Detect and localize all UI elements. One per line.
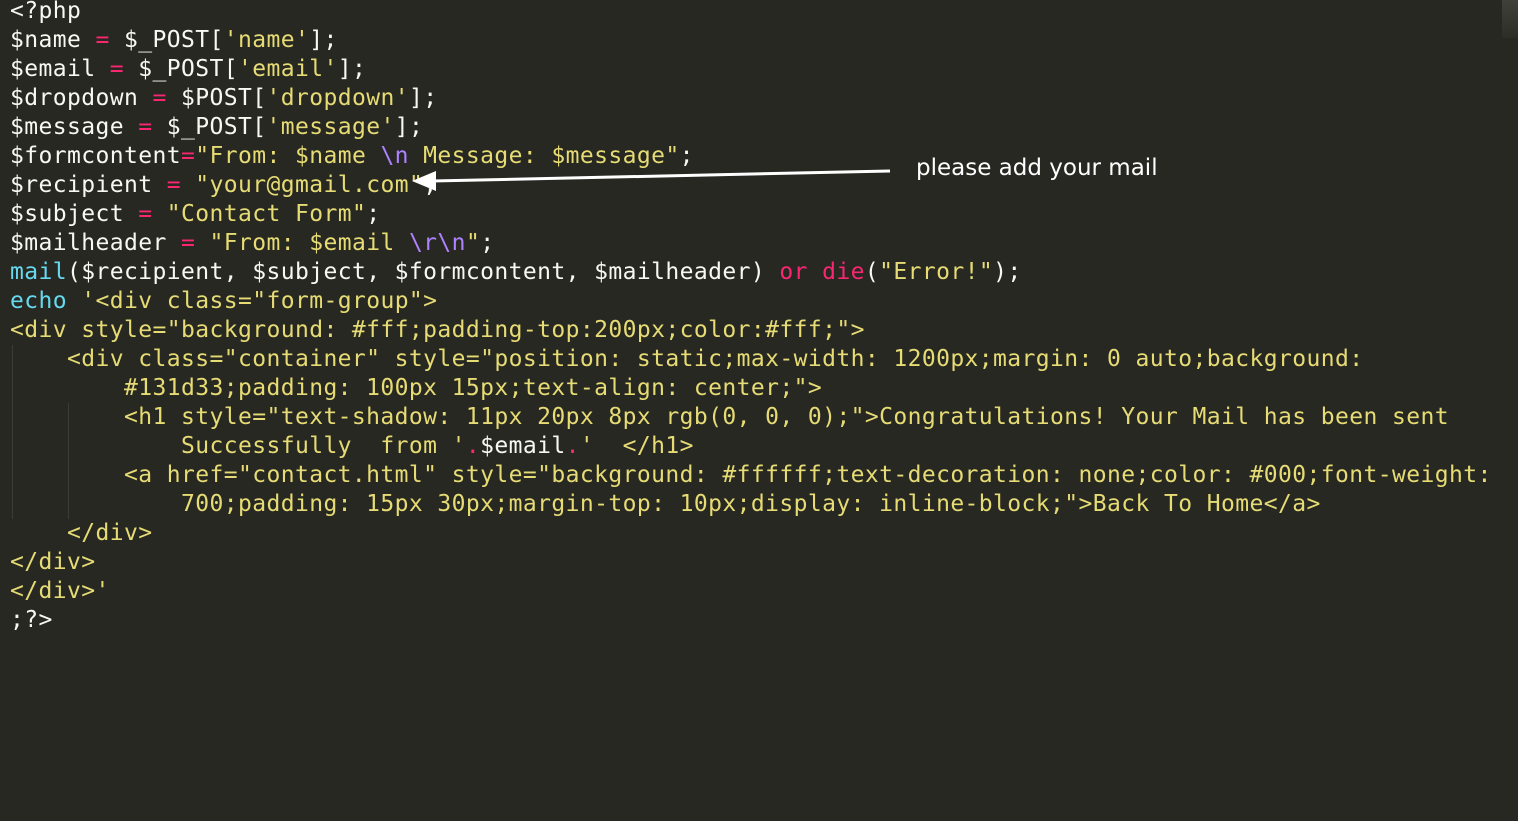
- code-token: .: [465, 433, 481, 459]
- code-token: $name: [10, 27, 96, 53]
- code-token: ": [465, 230, 481, 256]
- annotation-label: please add your mail: [916, 155, 1158, 181]
- code-token: "your@gmail.com": [195, 172, 424, 198]
- code-token: $email: [10, 56, 110, 82]
- code-token: "Contact Form": [166, 201, 367, 227]
- code-line[interactable]: <div style="background: #fff;padding-top…: [10, 316, 1492, 345]
- code-token: "From: $name: [195, 143, 381, 169]
- code-token: ];: [337, 56, 367, 82]
- code-content[interactable]: <?php $name = $_POST['name']; $email = $_P…: [10, 0, 1492, 635]
- code-line[interactable]: $recipient = "your@gmail.com";: [10, 171, 1492, 200]
- code-token: </div>: [10, 520, 153, 546]
- code-token: $mailheader: [10, 230, 181, 256]
- code-token: $email: [480, 433, 566, 459]
- code-token: die: [822, 259, 865, 285]
- code-line[interactable]: $message = $_POST['message'];: [10, 113, 1492, 142]
- code-token: ;: [679, 143, 694, 169]
- code-token: ' </h1>: [579, 433, 694, 459]
- code-token: $_POST[: [123, 56, 238, 82]
- code-line[interactable]: </div>: [10, 519, 1492, 548]
- code-token: #131d33;padding: 100px 15px;text-align: …: [10, 375, 823, 401]
- code-token: ];: [309, 27, 338, 53]
- code-token: <?php: [10, 0, 82, 24]
- code-token: $message: [10, 114, 139, 140]
- code-token: =: [180, 143, 196, 169]
- code-token: </div>: [10, 549, 96, 575]
- code-token: $recipient: [10, 172, 167, 198]
- code-token: =: [95, 27, 110, 53]
- code-token: =: [138, 201, 153, 227]
- code-line[interactable]: <div class="container" style="position: …: [10, 345, 1492, 374]
- code-token: 'email': [237, 56, 338, 82]
- code-line[interactable]: $name = $_POST['name'];: [10, 26, 1492, 55]
- code-token: <h1 style="text-shadow: 11px 20px 8px rg…: [10, 404, 1449, 430]
- code-line[interactable]: $mailheader = "From: $email \r\n";: [10, 229, 1492, 258]
- code-line[interactable]: </div>: [10, 548, 1492, 577]
- code-token: $POST[: [166, 85, 267, 111]
- code-line[interactable]: <a href="contact.html" style="background…: [10, 461, 1492, 490]
- code-token: ($recipient, $subject, $formcontent, $ma…: [67, 259, 780, 285]
- code-token: '<div class="form-group">: [81, 288, 438, 314]
- code-token: ;: [480, 230, 495, 256]
- code-token: .: [565, 433, 580, 459]
- code-token: =: [180, 230, 196, 256]
- code-line[interactable]: $dropdown = $POST['dropdown'];: [10, 84, 1492, 113]
- code-token: ': [451, 433, 466, 459]
- code-token: =: [109, 56, 124, 82]
- code-token: ];: [394, 114, 424, 140]
- code-token: echo: [10, 288, 67, 314]
- code-token: <a href="contact.html" style="background…: [10, 462, 1492, 488]
- code-line[interactable]: echo '<div class="form-group">: [10, 287, 1492, 316]
- code-line[interactable]: $email = $_POST['email'];: [10, 55, 1492, 84]
- code-editor[interactable]: <?php $name = $_POST['name']; $email = $_P…: [0, 0, 1518, 821]
- code-token: 700;padding: 15px 30px;margin-top: 10px;…: [10, 491, 1321, 517]
- code-token: $_POST[: [152, 114, 267, 140]
- code-token: 'dropdown': [266, 85, 409, 111]
- code-token: or: [779, 259, 808, 285]
- code-token: 'message': [266, 114, 395, 140]
- code-line[interactable]: <?php: [10, 0, 1492, 26]
- code-token: ;: [366, 201, 381, 227]
- code-token: Successfully from: [10, 433, 452, 459]
- code-token: $dropdown: [10, 85, 153, 111]
- code-token: ];: [408, 85, 438, 111]
- code-line[interactable]: ;?>: [10, 606, 1492, 635]
- code-line[interactable]: Successfully from '.$email.' </h1>: [10, 432, 1492, 461]
- code-token: mail: [10, 259, 67, 285]
- code-token: ;?>: [10, 607, 53, 633]
- minimap-corner: [1502, 0, 1518, 38]
- code-token: $subject: [10, 201, 139, 227]
- code-token: \n: [380, 143, 409, 169]
- code-line[interactable]: <h1 style="text-shadow: 11px 20px 8px rg…: [10, 403, 1492, 432]
- code-line[interactable]: #131d33;padding: 100px 15px;text-align: …: [10, 374, 1492, 403]
- code-token: <div class="container" style="position: …: [10, 346, 1364, 372]
- code-token: =: [166, 172, 181, 198]
- code-token: "From: $email: [209, 230, 409, 256]
- code-line[interactable]: </div>': [10, 577, 1492, 606]
- code-token: ;: [423, 172, 438, 198]
- code-token: =: [138, 114, 153, 140]
- code-token: $formcontent: [10, 143, 181, 169]
- code-line[interactable]: $subject = "Contact Form";: [10, 200, 1492, 229]
- code-token: (: [864, 259, 880, 285]
- code-token: </div>': [10, 578, 110, 604]
- code-line[interactable]: $formcontent="From: $name \n Message: $m…: [10, 142, 1492, 171]
- code-token: );: [993, 259, 1022, 285]
- code-token: <div style="background: #fff;padding-top…: [10, 317, 865, 343]
- code-token: Message: $message": [408, 143, 680, 169]
- code-token: =: [152, 85, 167, 111]
- code-token: "Error!": [879, 259, 994, 285]
- code-line[interactable]: 700;padding: 15px 30px;margin-top: 10px;…: [10, 490, 1492, 519]
- code-line[interactable]: mail($recipient, $subject, $formcontent,…: [10, 258, 1492, 287]
- code-token: \r\n: [408, 230, 466, 256]
- code-token: 'name': [223, 27, 310, 53]
- code-token: $_POST[: [109, 27, 224, 53]
